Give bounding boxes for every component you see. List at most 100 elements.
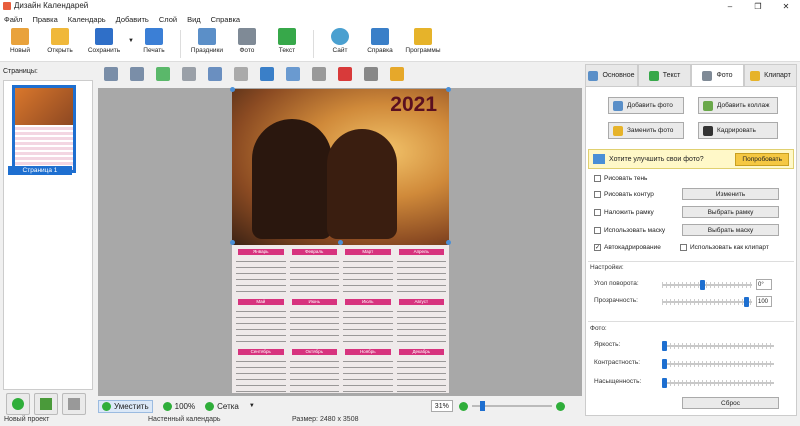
- programs-button[interactable]: Программы: [400, 28, 446, 54]
- choose-frame-button[interactable]: Выбрать рамку: [682, 206, 779, 218]
- rotation-slider[interactable]: [662, 280, 752, 290]
- page-thumbnail[interactable]: [12, 85, 76, 173]
- resize-handle[interactable]: [446, 240, 451, 245]
- draw-outline-checkbox[interactable]: Рисовать контур: [594, 191, 654, 198]
- menu-calendar[interactable]: Календарь: [64, 13, 112, 26]
- transparency-label: Прозрачность:: [594, 297, 638, 304]
- maximize-button[interactable]: ❐: [744, 0, 772, 13]
- tab-text[interactable]: Текст: [638, 64, 691, 86]
- tab-clipart[interactable]: Клипарт: [744, 64, 797, 86]
- help-button[interactable]: Справка: [360, 28, 400, 54]
- toolbar-separator: [312, 30, 314, 58]
- month-header: Июнь: [291, 299, 337, 305]
- star-icon: [750, 70, 761, 81]
- couple-photo[interactable]: 2021: [232, 89, 449, 245]
- change-outline-button[interactable]: Изменить: [682, 188, 779, 200]
- properties-icon[interactable]: [364, 67, 378, 81]
- month-block: Май: [236, 299, 286, 343]
- resize-handle[interactable]: [446, 87, 451, 92]
- contrast-slider[interactable]: [662, 359, 774, 369]
- tab-basic[interactable]: Основное: [585, 64, 638, 86]
- text-a-icon: [277, 28, 296, 45]
- new-button[interactable]: Новый: [0, 28, 40, 54]
- save-button[interactable]: Сохранить: [80, 28, 128, 54]
- resize-handle[interactable]: [230, 240, 235, 245]
- duplicate-page-button[interactable]: [34, 393, 58, 415]
- transparency-value[interactable]: 100: [756, 296, 772, 307]
- replace-photo-button[interactable]: Заменить фото: [608, 122, 684, 139]
- site-button[interactable]: Сайт: [320, 28, 360, 54]
- month-block: Июль: [343, 299, 393, 343]
- copy-icon[interactable]: [286, 67, 300, 81]
- zoom-value-field[interactable]: 31%: [430, 400, 453, 412]
- saturation-label: Насыщенность:: [594, 378, 642, 385]
- minimize-button[interactable]: –: [716, 0, 744, 13]
- bring-forward-icon[interactable]: [156, 67, 170, 81]
- status-bar: Новый проект Настенный календарь Размер:…: [0, 415, 800, 426]
- send-backward-icon[interactable]: [182, 67, 196, 81]
- toolbar-separator: [179, 30, 181, 58]
- contrast-label: Контрастность:: [594, 359, 641, 366]
- year-title[interactable]: 2021: [390, 93, 437, 117]
- grid-dropdown-icon[interactable]: ▼: [249, 403, 255, 409]
- resize-handle[interactable]: [338, 240, 343, 245]
- zoom-out-icon[interactable]: [458, 401, 468, 411]
- undo-icon[interactable]: [104, 67, 118, 81]
- choose-mask-button[interactable]: Выбрать маску: [682, 224, 779, 236]
- zoom-100-button[interactable]: 100%: [162, 401, 195, 411]
- tab-photo[interactable]: Фото: [691, 64, 744, 86]
- text-button[interactable]: Текст: [267, 28, 307, 54]
- redo-icon[interactable]: [130, 67, 144, 81]
- menu-file[interactable]: Файл: [0, 13, 28, 26]
- grid-button[interactable]: Сетка: [205, 401, 239, 411]
- photo-button[interactable]: Фото: [227, 28, 267, 54]
- zoom-slider[interactable]: [471, 401, 552, 411]
- saturation-slider[interactable]: [662, 378, 774, 388]
- autocrop-checkbox[interactable]: ✓ Автокадрирование: [594, 244, 661, 251]
- month-header: Декабрь: [398, 349, 444, 355]
- distribute-icon[interactable]: [234, 67, 248, 81]
- month-header: Октябрь: [291, 349, 337, 355]
- zoom-icon: [162, 401, 172, 411]
- add-photo-button[interactable]: Добавить фото: [608, 97, 684, 114]
- photo-properties-panel: Добавить фото Добавить коллаж Заменить ф…: [585, 86, 797, 416]
- menu-layer[interactable]: Слой: [155, 13, 183, 26]
- brightness-slider[interactable]: [662, 341, 774, 351]
- add-page-button[interactable]: [6, 393, 30, 415]
- menu-view[interactable]: Вид: [183, 13, 207, 26]
- month-header: Ноябрь: [345, 349, 391, 355]
- use-mask-checkbox[interactable]: Использовать маску: [594, 227, 665, 234]
- delete-icon[interactable]: [338, 67, 352, 81]
- apply-frame-checkbox[interactable]: Наложить рамку: [594, 209, 654, 216]
- delete-page-button[interactable]: [62, 393, 86, 415]
- month-header: Апрель: [398, 249, 444, 255]
- promo-try-button[interactable]: Попробовать: [735, 152, 789, 166]
- menu-add[interactable]: Добавить: [112, 13, 155, 26]
- reset-button[interactable]: Сброс: [682, 397, 779, 409]
- print-button[interactable]: Печать: [134, 28, 174, 54]
- menu-edit[interactable]: Правка: [28, 13, 63, 26]
- paste-icon[interactable]: [312, 67, 326, 81]
- cut-icon[interactable]: [260, 67, 274, 81]
- month-block: Сентябрь: [236, 349, 286, 393]
- draw-shadow-checkbox[interactable]: Рисовать тень: [594, 175, 647, 182]
- promo-banner: Хотите улучшить свои фото? Попробовать: [588, 149, 794, 169]
- fit-button[interactable]: Уместить: [98, 399, 153, 413]
- zoom-in-icon[interactable]: [555, 401, 565, 411]
- transparency-slider[interactable]: [662, 297, 752, 307]
- month-block: Март: [343, 249, 393, 293]
- resize-handle[interactable]: [230, 87, 235, 92]
- lock-icon[interactable]: [390, 67, 404, 81]
- crop-button[interactable]: Кадрировать: [698, 122, 778, 139]
- open-button[interactable]: Открыть: [40, 28, 80, 54]
- rotation-value[interactable]: 0°: [756, 279, 772, 290]
- properties-tabs: Основное Текст Фото Клипарт: [585, 64, 797, 86]
- holidays-button[interactable]: Праздники: [187, 28, 227, 54]
- photo-figure-man: [252, 119, 332, 239]
- use-as-clipart-checkbox[interactable]: Использовать как клипарт: [680, 244, 769, 251]
- align-icon[interactable]: [208, 67, 222, 81]
- menu-help[interactable]: Справка: [207, 13, 246, 26]
- add-collage-button[interactable]: Добавить коллаж: [698, 97, 778, 114]
- pages-label: Страницы:: [3, 68, 38, 75]
- close-button[interactable]: ✕: [772, 0, 800, 13]
